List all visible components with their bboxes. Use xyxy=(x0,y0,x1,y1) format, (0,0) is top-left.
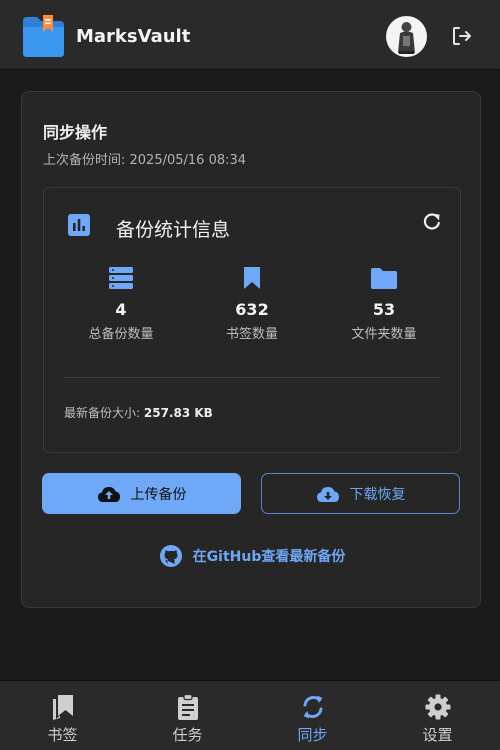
divider xyxy=(64,377,440,378)
user-avatar[interactable] xyxy=(386,16,427,57)
stat-label: 文件夹数量 xyxy=(351,327,417,342)
stat-folders: 53 文件夹数量 xyxy=(329,266,439,342)
gear-icon xyxy=(425,694,450,720)
section-title: 同步操作 xyxy=(43,123,108,142)
cloud-download-icon xyxy=(316,486,339,502)
sync-card: 同步操作 上次备份时间: 2025/05/16 08:34 备份统计信息 4 总… xyxy=(21,91,481,608)
last-backup-time: 上次备份时间: 2025/05/16 08:34 xyxy=(43,153,247,168)
cloud-upload-icon xyxy=(97,486,120,502)
stat-value: 53 xyxy=(372,300,396,319)
nav-label: 任务 xyxy=(172,726,203,744)
app-title: MarksVault xyxy=(76,26,191,47)
stat-value: 4 xyxy=(115,300,127,319)
app-header: MarksVault xyxy=(0,0,500,70)
nav-tasks[interactable]: 任务 xyxy=(125,681,250,750)
storage-icon xyxy=(109,267,133,289)
upload-label: 上传备份 xyxy=(130,486,187,503)
upload-backup-button[interactable]: 上传备份 xyxy=(42,473,241,514)
github-label: 在GitHub查看最新备份 xyxy=(192,549,346,565)
bookmark-icon xyxy=(244,267,260,289)
nav-label: 同步 xyxy=(297,726,328,744)
github-icon xyxy=(159,545,182,567)
nav-settings[interactable]: 设置 xyxy=(375,681,500,750)
latest-size-value: 257.83 KB xyxy=(143,406,213,420)
stats-title: 备份统计信息 xyxy=(116,219,231,241)
bookmarks-icon xyxy=(52,695,73,720)
bottom-nav: 书签 任务 同步 设置 xyxy=(0,680,500,750)
nav-label: 设置 xyxy=(422,726,453,744)
backup-stats-panel: 备份统计信息 4 总备份数量 632 书签数量 53 文件夹数量 最新备份大小:… xyxy=(43,187,461,453)
stat-label: 书签数量 xyxy=(225,327,278,342)
nav-sync[interactable]: 同步 xyxy=(250,681,375,750)
latest-backup-size: 最新备份大小: 257.83 KB xyxy=(64,404,213,421)
folder-icon xyxy=(371,268,397,289)
logout-icon[interactable] xyxy=(450,24,474,48)
stat-total-backups: 4 总备份数量 xyxy=(66,266,176,342)
nav-label: 书签 xyxy=(47,726,78,744)
clipboard-icon xyxy=(177,694,198,720)
stat-value: 632 xyxy=(235,300,269,319)
chart-icon xyxy=(68,214,90,236)
refresh-icon[interactable] xyxy=(422,212,442,232)
stat-bookmarks: 632 书签数量 xyxy=(197,266,307,342)
bookmark-folder-icon xyxy=(23,15,64,57)
github-link[interactable]: 在GitHub查看最新备份 xyxy=(22,544,482,568)
stat-label: 总备份数量 xyxy=(88,327,154,342)
nav-bookmarks[interactable]: 书签 xyxy=(0,681,125,750)
download-restore-button[interactable]: 下载恢复 xyxy=(261,473,460,514)
download-label: 下载恢复 xyxy=(349,486,406,503)
sync-icon xyxy=(303,695,322,719)
avatar-figure-icon xyxy=(398,22,415,54)
latest-size-label: 最新备份大小: xyxy=(64,406,141,420)
